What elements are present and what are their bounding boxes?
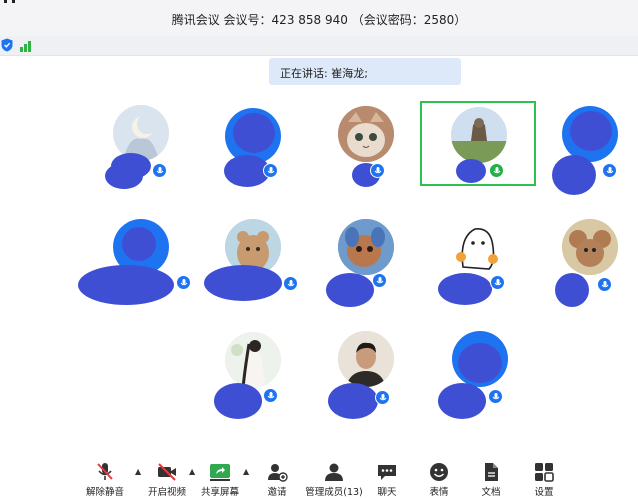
shield-icon[interactable] <box>1 38 13 52</box>
mic-icon[interactable] <box>602 163 617 178</box>
participant-tile[interactable] <box>200 103 320 199</box>
redaction-mark <box>122 227 156 261</box>
meeting-title: 腾讯会议 会议号：423 858 940 （会议密码：2580） <box>171 13 467 27</box>
unmute-button[interactable]: 解除静音 <box>82 456 128 499</box>
title-bar: 腾讯会议 会议号：423 858 940 （会议密码：2580） <box>0 0 638 36</box>
mic-icon[interactable] <box>152 163 167 178</box>
invite-button[interactable]: 邀请 <box>260 456 294 499</box>
invite-label: 邀请 <box>267 487 287 498</box>
participant-tile[interactable] <box>320 215 440 311</box>
redaction-mark <box>204 265 282 301</box>
signal-strength-icon[interactable] <box>20 39 34 52</box>
mic-icon[interactable] <box>283 276 298 291</box>
redaction-mark <box>438 273 492 305</box>
manage-members-button[interactable]: 管理成员(13) <box>302 456 366 499</box>
mic-icon[interactable] <box>489 163 504 178</box>
caret-up-icon[interactable]: ▲ <box>189 468 198 476</box>
redaction-mark <box>552 155 596 195</box>
redaction-mark <box>78 265 174 305</box>
mic-icon[interactable] <box>490 275 505 290</box>
redaction-mark <box>438 383 486 419</box>
participant-tile-speaking[interactable] <box>420 101 536 186</box>
mic-icon[interactable] <box>372 273 387 288</box>
avatar <box>225 332 281 388</box>
settings-icon <box>535 463 554 482</box>
participant-tile[interactable] <box>306 103 426 199</box>
participant-tile[interactable] <box>200 327 306 423</box>
mic-icon[interactable] <box>488 389 503 404</box>
redaction-mark <box>214 383 262 419</box>
avatar <box>338 106 394 162</box>
redaction-mark <box>328 383 378 419</box>
avatar <box>338 331 394 387</box>
redaction-mark <box>105 163 143 189</box>
participant-tile[interactable] <box>430 327 550 423</box>
meeting-toolbar: 解除静音 ▲ 开启视频 ▲ 共享屏幕 ▲ 邀请 管理成员(13) 聊天 表情 文… <box>0 456 638 499</box>
caret-up-icon[interactable]: ▲ <box>135 468 144 476</box>
avatar <box>338 219 394 275</box>
mic-icon[interactable] <box>375 390 390 405</box>
participant-tile[interactable] <box>200 215 306 311</box>
share-screen-button[interactable]: 共享屏幕 <box>198 456 242 499</box>
chat-label: 聊天 <box>377 487 397 498</box>
chat-icon <box>378 465 396 480</box>
settings-button[interactable]: 设置 <box>527 456 561 499</box>
redaction-mark <box>233 113 275 153</box>
unmute-label: 解除静音 <box>85 487 124 498</box>
mic-icon[interactable] <box>370 163 385 178</box>
redaction-mark <box>456 159 486 183</box>
caret-up-icon[interactable]: ▲ <box>243 468 252 476</box>
share-screen-label: 共享屏幕 <box>200 487 239 498</box>
participant-tile[interactable] <box>81 103 201 199</box>
camera-off-icon <box>158 463 176 481</box>
participant-tile[interactable] <box>320 327 440 423</box>
participant-tile[interactable] <box>540 215 638 311</box>
mic-icon[interactable] <box>263 388 278 403</box>
participant-tile[interactable] <box>434 215 554 311</box>
mic-icon[interactable] <box>176 275 191 290</box>
reactions-button[interactable]: 表情 <box>422 456 456 499</box>
emoji-icon <box>430 463 448 481</box>
mic-icon[interactable] <box>263 163 278 178</box>
avatar <box>449 217 505 273</box>
documents-label: 文档 <box>481 487 501 498</box>
mic-icon[interactable] <box>597 277 612 292</box>
participant-tile[interactable] <box>76 215 201 311</box>
redaction-mark <box>555 273 589 307</box>
members-icon <box>325 463 343 481</box>
redaction-mark <box>570 111 612 151</box>
avatar <box>113 105 169 161</box>
manage-members-label: 管理成员(13) <box>305 487 363 498</box>
mic-off-icon <box>97 463 113 480</box>
chat-button[interactable]: 聊天 <box>370 456 404 499</box>
start-video-button[interactable]: 开启视频 <box>144 456 190 499</box>
start-video-label: 开启视频 <box>147 487 186 498</box>
add-user-icon <box>268 464 288 482</box>
share-screen-icon <box>210 464 230 481</box>
reactions-label: 表情 <box>429 487 449 498</box>
speaking-indicator: 正在讲话: 崔海龙; <box>269 58 461 85</box>
status-bar <box>0 36 638 56</box>
documents-button[interactable]: 文档 <box>474 456 508 499</box>
document-icon <box>485 463 498 481</box>
avatar <box>451 107 507 163</box>
redaction-mark <box>326 273 374 307</box>
participant-tile[interactable] <box>540 103 638 199</box>
redaction-mark <box>458 343 502 383</box>
settings-label: 设置 <box>534 487 554 498</box>
avatar <box>562 219 618 275</box>
window-corner-marks <box>0 0 20 3</box>
